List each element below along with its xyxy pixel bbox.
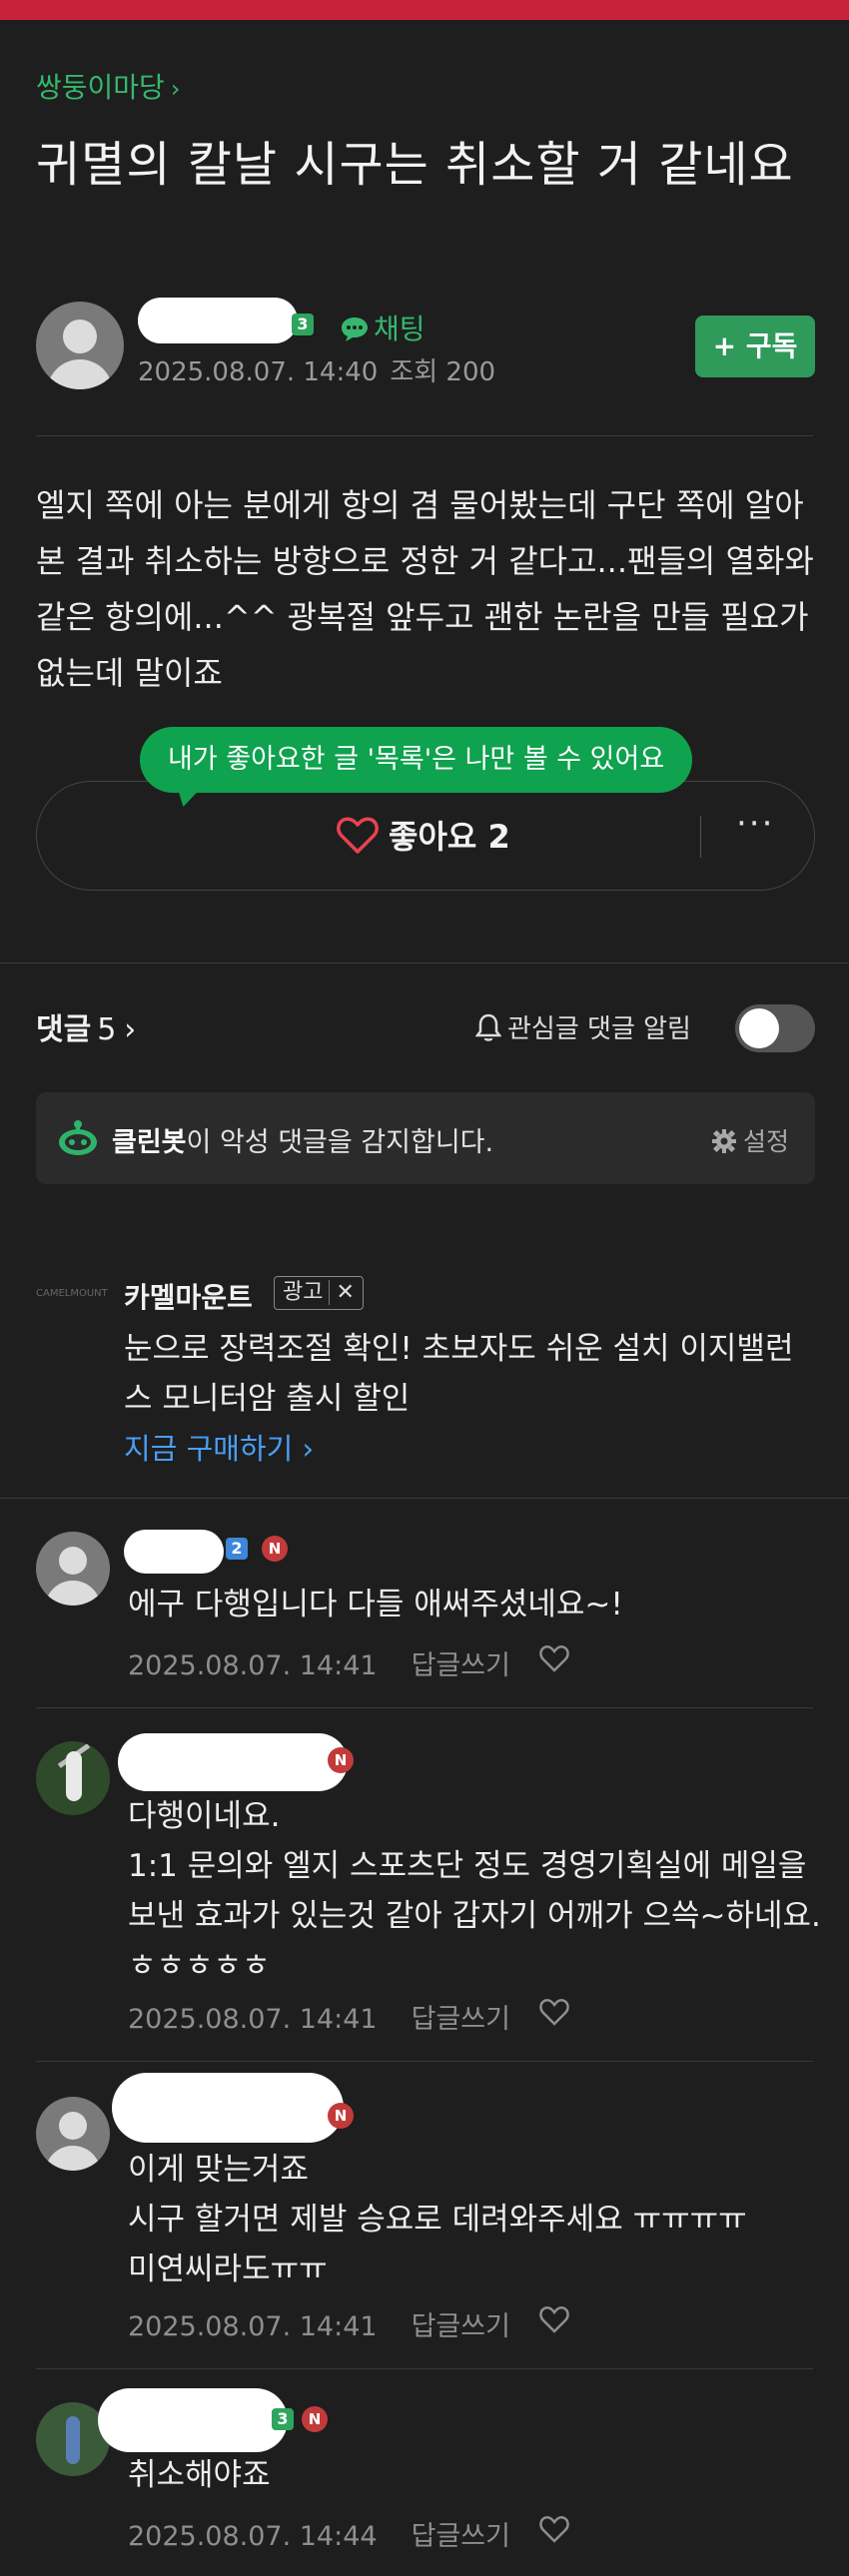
cleanbot-name: 클린봇 [112, 1127, 187, 1158]
author-avatar[interactable] [36, 302, 124, 389]
comment-date: 2025.08.07. 14:44 [128, 2521, 378, 2552]
like-count: 좋아요 2 [389, 818, 510, 856]
top-accent-bar [0, 0, 849, 20]
subscribe-button[interactable]: + 구독 [695, 316, 815, 377]
commenter-level-badge: 3 [272, 2408, 294, 2430]
like-bar: 좋아요 2 ··· [36, 781, 815, 891]
heart-outline-icon[interactable] [539, 1999, 569, 2027]
commenter-name-redacted[interactable] [112, 2073, 344, 2143]
header-divider [36, 435, 813, 436]
post-meta: 2025.08.07. 14:40 조회 200 [138, 351, 495, 388]
new-badge: N [262, 1536, 288, 1562]
author-level-badge: 3 [292, 314, 314, 335]
commenter-avatar[interactable] [36, 2097, 110, 2171]
comment-text-line-1: 이게 맞는거죠 [128, 2152, 309, 2188]
comment-date: 2025.08.07. 14:41 [128, 1650, 378, 1681]
post-date: 2025.08.07. 14:40 [138, 357, 379, 387]
heart-outline-icon[interactable] [539, 2516, 569, 2544]
ad-divider [0, 1498, 849, 1499]
comment-text-line-1: 다행이네요. [128, 1798, 281, 1834]
reply-button[interactable]: 답글쓰기 [412, 2311, 510, 2342]
cleanbot-message: 클린봇이 악성 댓글을 감지합니다. [112, 1120, 493, 1159]
post-views: 조회 200 [390, 357, 496, 387]
bell-icon [474, 1013, 502, 1041]
comment-alarm-label: 관심글 댓글 알림 [507, 1014, 691, 1044]
like-bar-separator [700, 816, 701, 858]
comment-text: 에구 다행입니다 다들 애써주셨네요~! [128, 1587, 623, 1622]
commenter-name-redacted[interactable] [98, 2388, 288, 2452]
post-body: 엘지 쪽에 아는 분에게 항의 겸 물어봤는데 구단 쪽에 알아본 결과 취소하… [36, 486, 814, 692]
reply-button[interactable]: 답글쓰기 [412, 2521, 510, 2552]
commenter-avatar[interactable] [36, 1532, 110, 1606]
comment-alarm-toggle[interactable] [735, 1004, 815, 1052]
commenter-name-redacted[interactable] [124, 1530, 224, 1574]
comment-meta: 2025.08.07. 14:41 답글쓰기 [128, 1643, 569, 1682]
commenter-level-badge: 2 [226, 1538, 248, 1560]
cleanbot-banner: 클린봇이 악성 댓글을 감지합니다. 설정 [36, 1092, 815, 1184]
cleanbot-robot-icon [59, 1120, 97, 1155]
ad-buy-link[interactable]: 지금 구매하기 › [124, 1426, 314, 1468]
comment-meta: 2025.08.07. 14:41 답글쓰기 [128, 2304, 569, 2343]
cleanbot-settings-button[interactable]: 설정 [711, 1122, 789, 1158]
commenter-name-redacted[interactable] [118, 1733, 348, 1791]
comment-date: 2025.08.07. 14:41 [128, 2311, 378, 2342]
comments-header[interactable]: 댓글 5 › [36, 1004, 136, 1048]
comment-date: 2025.08.07. 14:41 [128, 2004, 378, 2035]
cafe-board-link[interactable]: 쌍둥이마당 › [36, 66, 180, 106]
comment-text-line-2: 1:1 문의와 엘지 스포츠단 정도 경영기획실에 메일을 보낸 효과가 있는것… [128, 1848, 821, 1984]
section-divider [0, 963, 849, 964]
reply-button[interactable]: 답글쓰기 [412, 2004, 510, 2035]
new-badge: N [328, 2103, 354, 2129]
ad-body[interactable]: 눈으로 장력조절 확인! 초보자도 쉬운 설치 이지밸런스 모니터암 출시 할인 [124, 1324, 813, 1424]
comment-text-line-3: 미연씨라도ㅠㅠ [128, 2252, 328, 2287]
comment-divider [36, 2368, 813, 2369]
comment-alarm: 관심글 댓글 알림 [474, 1008, 691, 1045]
like-button[interactable]: 좋아요 2 [337, 812, 510, 858]
comment-divider [36, 1707, 813, 1708]
heart-outline-icon[interactable] [539, 1645, 569, 1673]
author-name-redacted[interactable] [138, 298, 298, 343]
chevron-right-icon: › [170, 75, 181, 103]
comments-count: 5 [97, 1012, 117, 1047]
comment-meta: 2025.08.07. 14:44 답글쓰기 [128, 2514, 569, 2553]
comment-meta: 2025.08.07. 14:41 답글쓰기 [128, 1997, 569, 2036]
new-badge: N [302, 2406, 328, 2432]
heart-outline-icon [337, 817, 379, 854]
more-options-button[interactable]: ··· [736, 804, 774, 844]
chat-button[interactable]: 채팅 [340, 308, 425, 347]
advertiser-name[interactable]: 카멜마운트 [124, 1276, 253, 1316]
cleanbot-settings-label: 설정 [743, 1127, 790, 1156]
ad-label: 광고 [283, 1280, 324, 1305]
comment-divider [36, 2061, 813, 2062]
reply-button[interactable]: 답글쓰기 [412, 1650, 510, 1681]
ad-tag[interactable]: 광고 ✕ [274, 1276, 364, 1310]
chevron-right-icon: › [124, 1012, 137, 1047]
chat-label: 채팅 [374, 313, 425, 345]
post-title: 귀멸의 칼날 시구는 취소할 거 같네요 [36, 137, 794, 193]
comment-text-line-2: 시구 할거면 제발 승요로 데려와주세요 ㅠㅠㅠㅠ [128, 2202, 747, 2238]
like-list-tooltip: 내가 좋아요한 글 '목록'은 나만 볼 수 있어요 [140, 727, 693, 793]
comments-title: 댓글 [36, 1012, 92, 1047]
advertiser-logo[interactable]: CAMELMOUNT [36, 1288, 108, 1299]
cafe-name: 쌍둥이마당 [36, 71, 165, 104]
commenter-avatar[interactable] [36, 1741, 110, 1815]
new-badge: N [328, 1747, 354, 1773]
heart-outline-icon[interactable] [539, 2306, 569, 2334]
cleanbot-text: 이 악성 댓글을 감지합니다. [186, 1127, 494, 1158]
chat-bubble-icon [342, 318, 368, 341]
close-icon[interactable]: ✕ [329, 1280, 355, 1305]
gear-icon [712, 1129, 736, 1153]
comment-text: 취소해야죠 [128, 2457, 271, 2493]
